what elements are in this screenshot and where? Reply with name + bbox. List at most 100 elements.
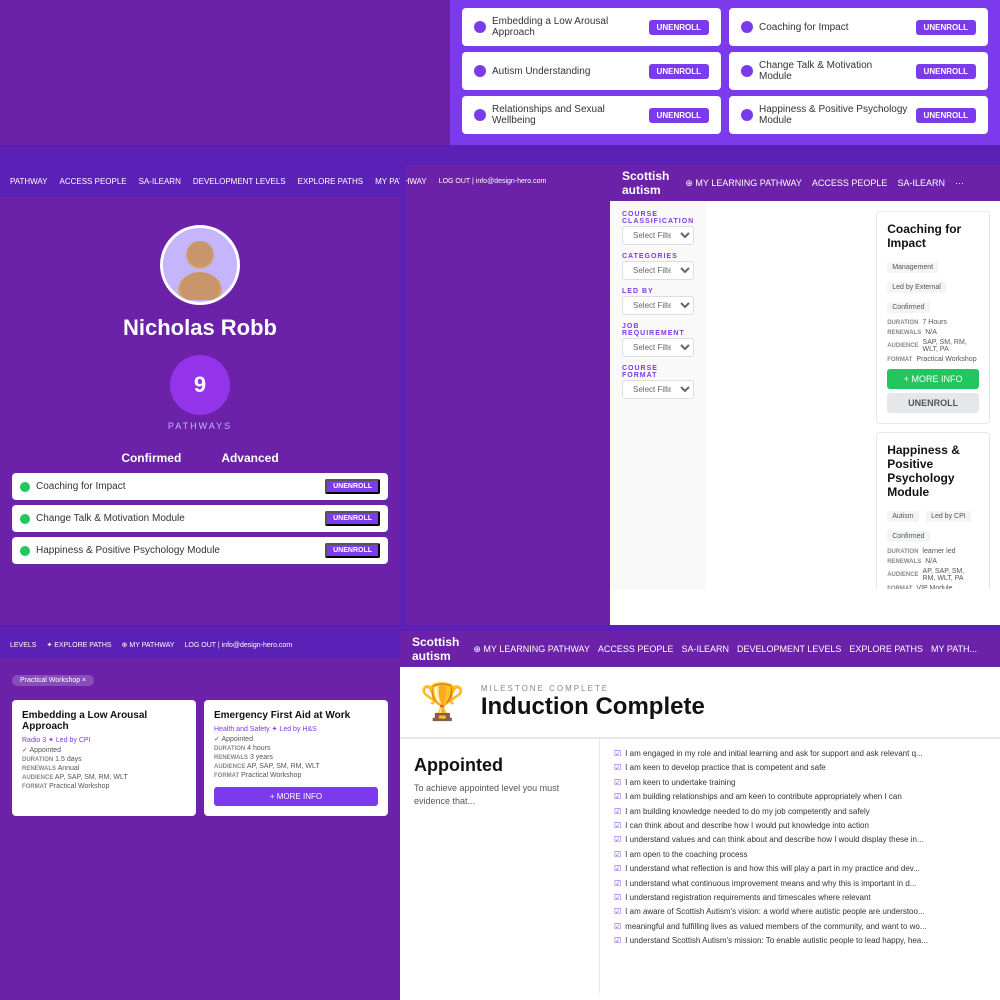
scottish-header: Scottishautism ⊕ MY LEARNING PATHWAY ACC… — [610, 165, 1000, 201]
course-name-embedding: Embedding a Low Arousal Approach — [492, 16, 641, 38]
check-icon-12: ☑ — [614, 907, 621, 917]
mini-card-status-2: ✓ Appointed — [214, 735, 378, 743]
nav-explore-paths[interactable]: EXPLORE PATHS — [298, 177, 364, 186]
level-advanced: Advanced — [221, 451, 278, 465]
evidence-item-7: ☑ I understand values and can think abou… — [614, 835, 986, 845]
profile-unenroll-2[interactable]: UNENROLL — [325, 511, 380, 526]
bottom-nav-logout[interactable]: LOG OUT | info@design-hero.com — [185, 642, 293, 649]
nav-sa-ilearn[interactable]: SA-ILEARN — [139, 177, 181, 186]
dot-green-1 — [20, 482, 30, 492]
tag-management: Management — [887, 262, 938, 273]
bottom-right-body: Appointed To achieve appointed level you… — [400, 739, 1000, 993]
evidence-item-12: ☑ I am aware of Scottish Autism's vision… — [614, 907, 986, 917]
filter-classification-select[interactable]: Select Filters — [622, 226, 694, 245]
scottish-logo: Scottishautism — [622, 169, 669, 197]
sa-nav-ilearn[interactable]: SA-ILEARN — [897, 178, 945, 188]
unenroll-coaching-btn[interactable]: UNENROLL — [916, 20, 976, 35]
check-icon-5: ☑ — [614, 807, 621, 817]
profile-panel: PATHWAY ACCESS PEOPLE SA-ILEARN DEVELOPM… — [0, 165, 400, 625]
practical-workshop-tag: Practical Workshop × — [12, 675, 94, 686]
more-info-btn-1[interactable]: + MORE INFO — [887, 369, 979, 389]
mini-cards: Embedding a Low Arousal Approach Radio 3… — [12, 700, 388, 816]
unenroll-relationships-btn[interactable]: UNENROLL — [649, 108, 709, 123]
course-row-3: Relationships and Sexual Wellbeing UNENR… — [462, 96, 988, 134]
milestone-banner: 🏆 MILESTONE COMPLETE Induction Complete — [400, 667, 1000, 739]
course-dot — [474, 109, 486, 121]
dot-green-2 — [20, 514, 30, 524]
appointed-section: Appointed To achieve appointed level you… — [400, 739, 600, 993]
check-icon-4: ☑ — [614, 792, 621, 802]
duration-val-1: 7 Hours — [922, 319, 947, 326]
filter-ledby-select[interactable]: Select Filters — [622, 296, 694, 315]
sa-nav-pathway[interactable]: ⊕ MY LEARNING PATHWAY — [685, 178, 802, 189]
milestone-label: MILESTONE COMPLETE — [481, 684, 705, 693]
sa-nav-access[interactable]: ACCESS PEOPLE — [812, 178, 888, 188]
course-row-2: Autism Understanding UNENROLL Change Tal… — [462, 52, 988, 90]
bottom-nav-my-pathway-2[interactable]: MY PATH... — [931, 644, 977, 654]
nav-pathway[interactable]: PATHWAY — [10, 177, 47, 186]
profile-courses-list: Coaching for Impact UNENROLL Change Talk… — [0, 473, 400, 564]
right-panel-filters: Scottishautism ⊕ MY LEARNING PATHWAY ACC… — [610, 165, 1000, 625]
filters-and-details: COURSE CLASSIFICATION Select Filters CAT… — [610, 201, 1000, 625]
bottom-nav-pathway[interactable]: ⊕ MY PATHWAY — [122, 641, 175, 649]
filter-jobreq-label: JOB REQUIREMENT — [622, 323, 694, 337]
bottom-left-panel: LEVELS ✦ EXPLORE PATHS ⊕ MY PATHWAY LOG … — [0, 631, 400, 1000]
evidence-item-14: ☑ I understand Scottish Autism's mission… — [614, 936, 986, 946]
course-dot — [474, 65, 486, 77]
unenroll-autism-btn[interactable]: UNENROLL — [649, 64, 709, 79]
bottom-nav-dev-levels[interactable]: DEVELOPMENT LEVELS — [737, 644, 841, 654]
mini-card-embedding: Embedding a Low Arousal Approach Radio 3… — [12, 700, 196, 816]
filter-jobreq-select[interactable]: Select Filters — [622, 338, 694, 357]
check-icon-13: ☑ — [614, 922, 621, 932]
unenroll-happiness-btn[interactable]: UNENROLL — [916, 108, 976, 123]
audience-key-2: AUDIENCE — [887, 572, 918, 578]
check-icon-7: ☑ — [614, 835, 621, 845]
bottom-scottish-logo: Scottishautism — [412, 635, 459, 663]
trophy-icon: 🏆 — [420, 681, 465, 723]
nav-access-people[interactable]: ACCESS PEOPLE — [59, 177, 126, 186]
renewals-val-2: N/A — [925, 558, 937, 565]
bottom-nav-sa-ilearn[interactable]: SA-ILEARN — [681, 644, 729, 654]
filter-classification-label: COURSE CLASSIFICATION — [622, 211, 694, 225]
course-detail-title-2: Happiness & Positive Psychology Module — [887, 443, 979, 499]
bottom-nav-access-people[interactable]: ACCESS PEOPLE — [598, 644, 674, 654]
level-confirmed: Confirmed — [121, 451, 181, 465]
mini-card-status-1: ✓ Appointed — [22, 746, 186, 754]
profile-unenroll-3[interactable]: UNENROLL — [325, 543, 380, 558]
unenroll-detail-btn-1[interactable]: UNENROLL — [887, 393, 979, 413]
profile-course-name-1: Coaching for Impact — [36, 481, 126, 492]
bottom-nav-levels[interactable]: LEVELS — [10, 642, 36, 649]
nav-bar: PATHWAY ACCESS PEOPLE SA-ILEARN DEVELOPM… — [0, 165, 400, 197]
bottom-nav-my-pathway[interactable]: ⊕ MY LEARNING PATHWAY — [473, 644, 590, 655]
bottom-nav-explore-paths[interactable]: EXPLORE PATHS — [849, 644, 923, 654]
format-key-2: FORMAT — [887, 586, 912, 590]
evidence-item-4: ☑ I am building relationships and am kee… — [614, 792, 986, 802]
filter-ledby-label: LED BY — [622, 288, 694, 295]
nav-logout[interactable]: LOG OUT | info@design-hero.com — [439, 178, 547, 185]
tag-confirmed-2: Confirmed — [887, 531, 929, 542]
course-name-relationships: Relationships and Sexual Wellbeing — [492, 104, 641, 126]
mini-more-info-btn[interactable]: + MORE INFO — [214, 787, 378, 806]
appointed-title: Appointed — [414, 755, 585, 776]
evidence-item-8: ☑ I am open to the coaching process — [614, 850, 986, 860]
unenroll-changetalk-btn[interactable]: UNENROLL — [916, 64, 976, 79]
renewals-key-2: RENEWALS — [887, 559, 921, 565]
evidence-item-6: ☑ I can think about and describe how I w… — [614, 821, 986, 831]
course-detail-card-1: Coaching for Impact Management Led by Ex… — [876, 211, 990, 424]
filter-categories-select[interactable]: Select Filters — [622, 261, 694, 280]
profile-name: Nicholas Robb — [123, 315, 277, 341]
duration-val-2: learner led — [922, 548, 955, 555]
course-card-coaching: Coaching for Impact UNENROLL — [729, 8, 988, 46]
bottom-content: Practical Workshop × Embedding a Low Aro… — [0, 659, 400, 826]
course-card-happiness: Happiness & Positive Psychology Module U… — [729, 96, 988, 134]
profile-unenroll-1[interactable]: UNENROLL — [325, 479, 380, 494]
filter-format-select[interactable]: Select Filters — [622, 380, 694, 399]
bottom-nav-explore[interactable]: ✦ EXPLORE PATHS — [46, 641, 111, 649]
tag-confirmed: Confirmed — [887, 302, 929, 313]
nav-dev-levels[interactable]: DEVELOPMENT LEVELS — [193, 177, 286, 186]
evidence-item-1: ☑ I am engaged in my role and initial le… — [614, 749, 986, 759]
mini-card-tags-1: Radio 3 ✦ Led by CPI — [22, 736, 186, 744]
unenroll-embedding-btn[interactable]: UNENROLL — [649, 20, 709, 35]
check-icon-11: ☑ — [614, 893, 621, 903]
course-dot — [741, 21, 753, 33]
